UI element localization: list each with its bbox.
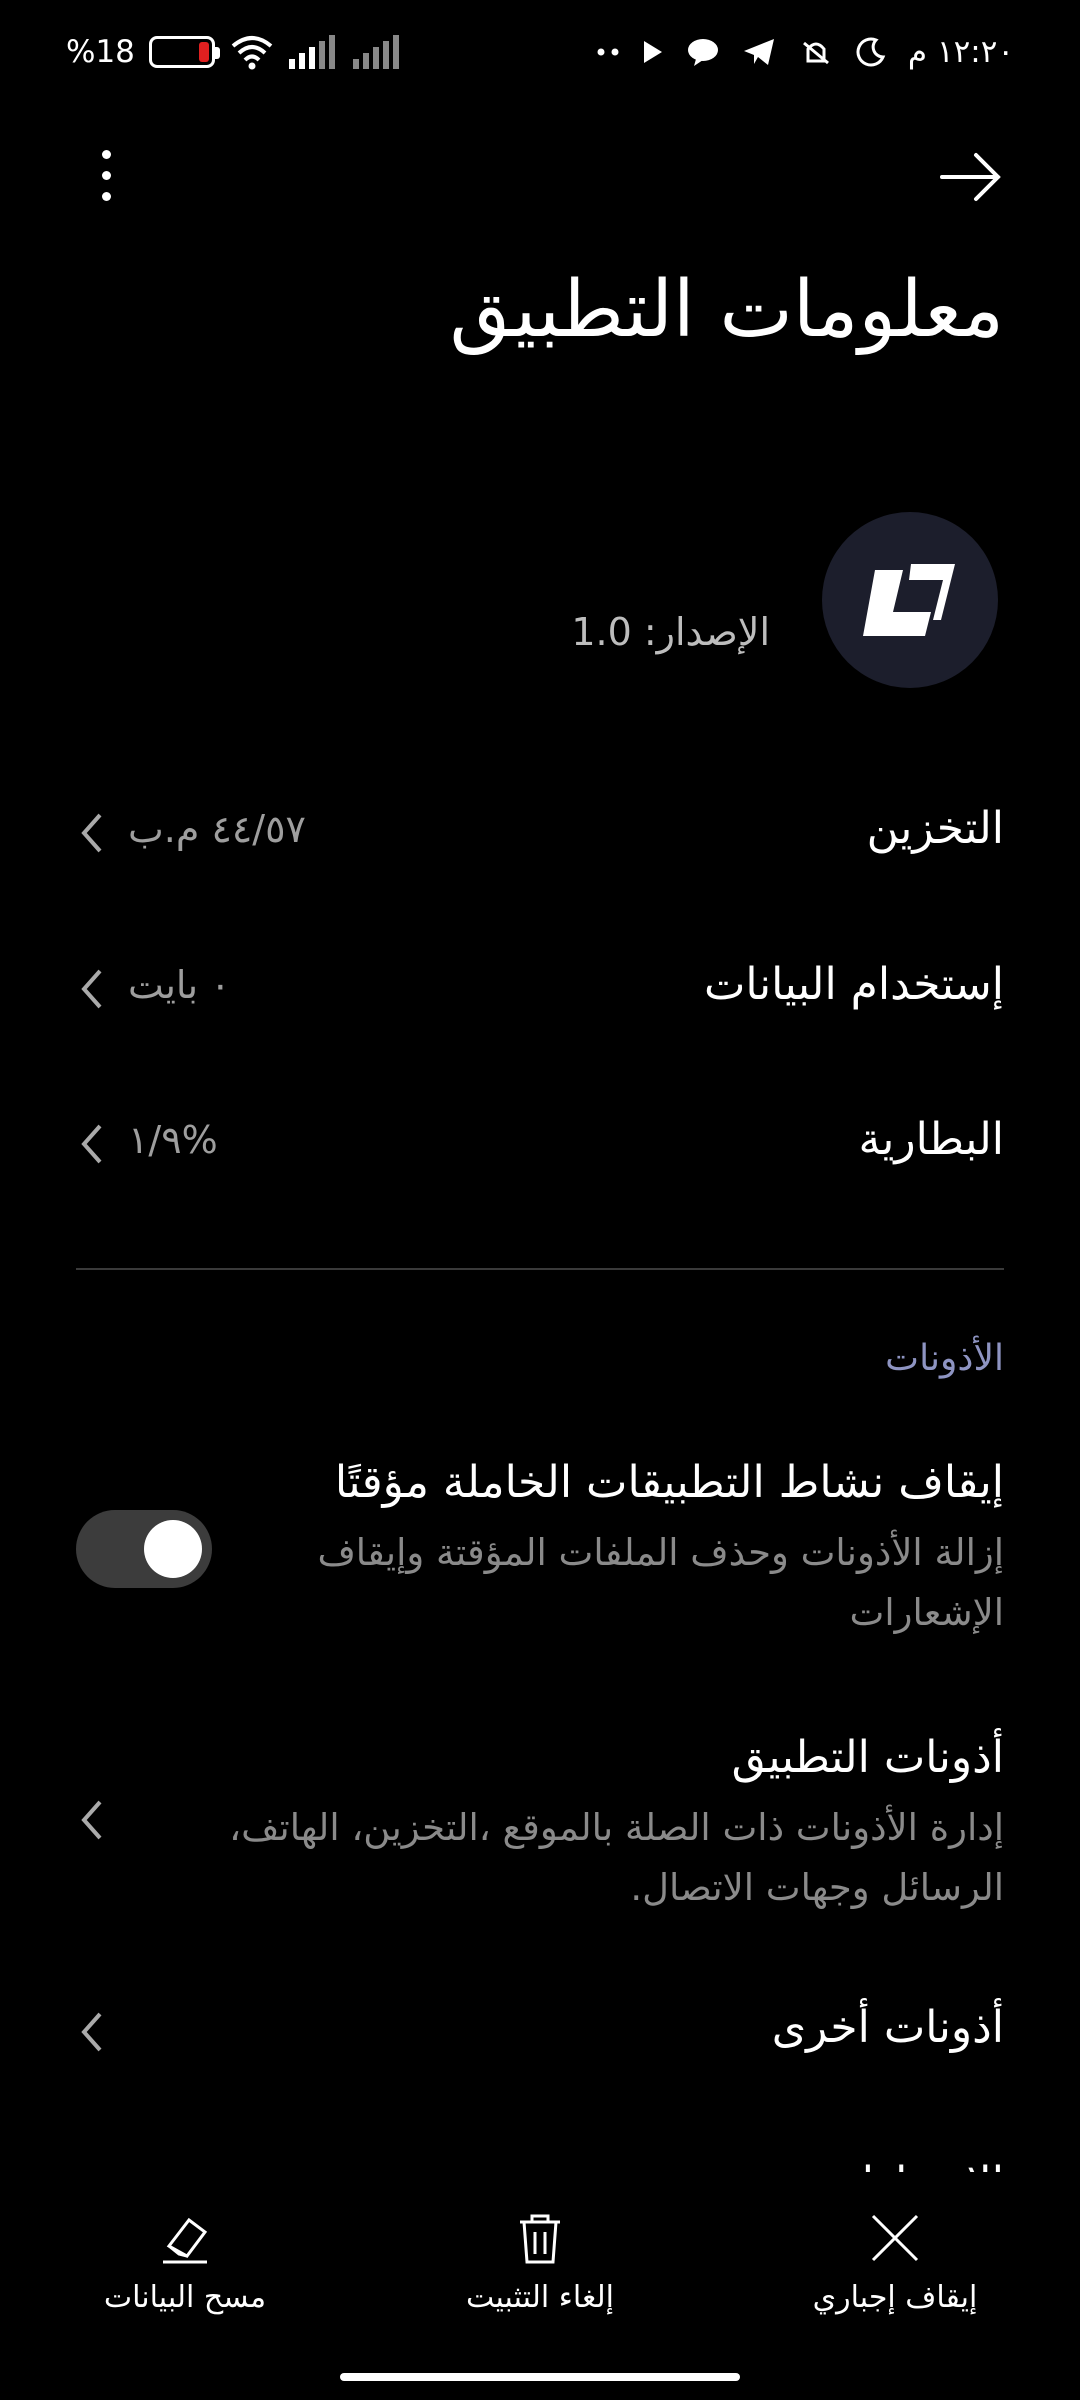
- chevron-left-icon: [81, 813, 102, 853]
- back-arrow-icon[interactable]: [936, 142, 1006, 212]
- row-value: ٤٤/٥٧ م.ب: [128, 807, 306, 851]
- status-bar-right: ١٢:٢٠ م: [596, 34, 1014, 70]
- app-header: الإصدار: 1.0: [0, 510, 1080, 690]
- more-vertical-icon: [101, 149, 111, 159]
- signal-icon: [288, 35, 335, 69]
- signal-icon: [352, 35, 399, 69]
- clock: ١٢:٢٠ م: [907, 34, 1014, 70]
- top-bar: [0, 120, 1080, 220]
- chevron-left-icon: [81, 1124, 102, 1164]
- force-stop-button[interactable]: إيقاف إجباري: [765, 2208, 1025, 2338]
- pause-inactive-toggle[interactable]: [76, 1510, 212, 1588]
- battery-percent: %18: [66, 34, 135, 70]
- close-icon: [871, 2214, 919, 2262]
- divider: [76, 1268, 1004, 1270]
- app-logo-icon: [822, 512, 998, 688]
- status-bar-left: %18: [66, 34, 403, 70]
- row-title: أذونات أخرى: [771, 2002, 1004, 2053]
- permissions-section-label: الأذونات: [885, 1338, 1004, 1379]
- clear-data-label: مسح البيانات: [103, 2280, 267, 2315]
- more-options-button[interactable]: [86, 140, 126, 210]
- data-usage-row[interactable]: إستخدام البيانات ٠ بايت: [0, 929, 1080, 1049]
- bottom-action-bar: مسح البيانات إلغاء التثبيت إيقاف إجباري: [0, 2172, 1080, 2400]
- toggle-knob: [144, 1520, 202, 1578]
- eraser-icon: [163, 2217, 208, 2264]
- row-title: التخزين: [866, 803, 1004, 854]
- uninstall-label: إلغاء التثبيت: [466, 2280, 614, 2315]
- battery-row[interactable]: البطارية %١/٩: [0, 1084, 1080, 1204]
- mute-icon: [802, 41, 829, 65]
- page-title: معلومات التطبيق: [449, 265, 1004, 355]
- app-permissions-title: أذونات التطبيق: [731, 1732, 1004, 1783]
- chevron-left-icon: [81, 2012, 102, 2052]
- app-permissions-row[interactable]: أذونات التطبيق إدارة الأذونات ذات الصلة …: [0, 1720, 1080, 1920]
- wifi-icon: [231, 36, 273, 70]
- dots-icon: [597, 48, 619, 56]
- row-value: %١/٩: [128, 1118, 218, 1162]
- moon-icon: [856, 37, 886, 67]
- other-permissions-row[interactable]: أذونات أخرى: [0, 1972, 1080, 2092]
- status-bar: %18 ١٢:٢٠ م: [0, 0, 1080, 120]
- force-stop-label: إيقاف إجباري: [812, 2280, 978, 2315]
- row-title: إستخدام البيانات: [704, 959, 1004, 1010]
- row-value: ٠ بايت: [128, 963, 231, 1007]
- pause-inactive-title: إيقاف نشاط التطبيقات الخاملة مؤقتًا: [334, 1457, 1004, 1508]
- storage-row[interactable]: التخزين ٤٤/٥٧ م.ب: [0, 773, 1080, 893]
- app-version: الإصدار: 1.0: [571, 610, 770, 654]
- battery-icon: [148, 36, 220, 68]
- telegram-icon: [743, 39, 774, 65]
- home-indicator[interactable]: [340, 2373, 740, 2381]
- uninstall-button[interactable]: إلغاء التثبيت: [410, 2208, 670, 2338]
- row-title: البطارية: [858, 1114, 1005, 1165]
- chevron-left-icon: [81, 1800, 102, 1840]
- clear-data-button[interactable]: مسح البيانات: [55, 2208, 315, 2338]
- app-permissions-desc: إدارة الأذونات ذات الصلة بالموقع ،التخزي…: [229, 1806, 1004, 1909]
- trash-icon: [520, 2214, 560, 2264]
- chat-icon: [687, 39, 718, 66]
- pause-inactive-desc: إزالة الأذونات وحذف الملفات المؤقتة وإيق…: [317, 1531, 1004, 1634]
- play-icon: [643, 41, 662, 63]
- chevron-left-icon: [81, 969, 102, 1009]
